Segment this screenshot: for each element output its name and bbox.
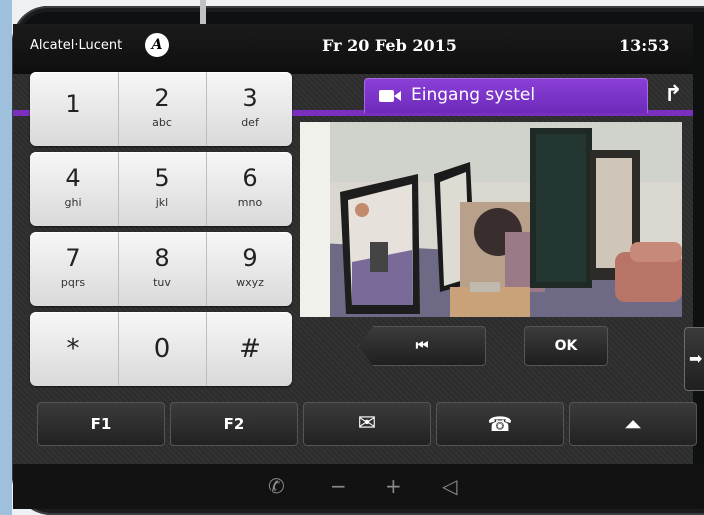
f1-button[interactable]: F1 <box>37 402 165 446</box>
speaker-icon[interactable]: ◁ <box>442 474 457 498</box>
key-digit: 8 <box>154 244 170 272</box>
up-button[interactable]: ⏶ <box>569 402 697 446</box>
key-digit: 5 <box>154 164 170 192</box>
key-8[interactable]: 8 tuv <box>118 232 205 306</box>
arrow-right-icon: ➡ <box>689 349 703 368</box>
chevron-up-icon: ⏶ <box>625 412 641 436</box>
envelope-icon: ✉ <box>357 411 377 436</box>
camera-video-feed <box>300 122 682 317</box>
key-star[interactable]: * <box>30 312 116 386</box>
key-digit: 0 <box>153 334 171 364</box>
hangup-icon: ☎ <box>487 412 513 436</box>
date-display: Fr 20 Feb 2015 <box>322 36 457 55</box>
brand-name: Alcatel·Lucent <box>30 38 123 53</box>
key-4[interactable]: 4 ghi <box>30 152 116 226</box>
previous-button[interactable]: ⏮ <box>358 326 486 366</box>
key-digit: * <box>66 334 80 364</box>
key-digit: 9 <box>242 244 258 272</box>
key-7[interactable]: 7 pqrs <box>30 232 116 306</box>
handset-icon[interactable]: ✆ <box>268 474 285 498</box>
key-9[interactable]: 9 wxyz <box>206 232 293 306</box>
key-letters: def <box>241 116 259 129</box>
key-6[interactable]: 6 mno <box>206 152 293 226</box>
key-5[interactable]: 5 jkl <box>118 152 205 226</box>
hangup-button[interactable]: ☎ <box>436 402 564 446</box>
key-letters: mno <box>237 196 263 209</box>
key-1[interactable]: 1 <box>30 72 116 146</box>
volume-down-button[interactable]: − <box>330 474 347 498</box>
key-digit: 1 <box>65 90 81 118</box>
skip-back-icon: ⏮ <box>415 338 429 354</box>
keypad-row-3: 7 pqrs 8 tuv 9 wxyz <box>30 232 292 306</box>
key-letters: ghi <box>64 196 82 209</box>
tab-label: Eingang systel <box>411 85 536 105</box>
video-camera-icon <box>379 90 401 102</box>
key-digit: # <box>239 334 261 364</box>
key-2[interactable]: 2 abc <box>118 72 205 146</box>
key-digit: 2 <box>154 84 170 112</box>
key-digit: 6 <box>242 164 258 192</box>
key-letters: pqrs <box>60 276 86 289</box>
keypad-row-2: 4 ghi 5 jkl 6 mno <box>30 152 292 226</box>
key-letters: tuv <box>153 276 171 289</box>
tab-eingang-systel[interactable]: Eingang systel <box>364 78 648 113</box>
next-page-button[interactable]: ➡ <box>684 327 704 391</box>
key-letters: abc <box>152 116 172 129</box>
keypad-row-1: 1 2 abc 3 def <box>30 72 292 146</box>
key-digit: 7 <box>65 244 81 272</box>
keypad-row-4: * 0 # <box>30 312 292 386</box>
call-transfer-icon[interactable]: ↱ <box>664 82 682 107</box>
key-letters: wxyz <box>236 276 264 289</box>
key-digit: 3 <box>242 84 258 112</box>
key-3[interactable]: 3 def <box>206 72 293 146</box>
time-display: 13:53 <box>619 36 670 55</box>
volume-up-button[interactable]: + <box>385 474 402 498</box>
brand-logo: A <box>145 33 169 57</box>
key-0[interactable]: 0 <box>118 312 205 386</box>
key-hash[interactable]: # <box>206 312 293 386</box>
hardware-bar <box>13 464 703 509</box>
key-digit: 4 <box>65 164 81 192</box>
ok-button[interactable]: OK <box>524 326 608 366</box>
messages-button[interactable]: ✉ <box>303 402 431 446</box>
key-letters: jkl <box>155 196 169 209</box>
f2-button[interactable]: F2 <box>170 402 298 446</box>
